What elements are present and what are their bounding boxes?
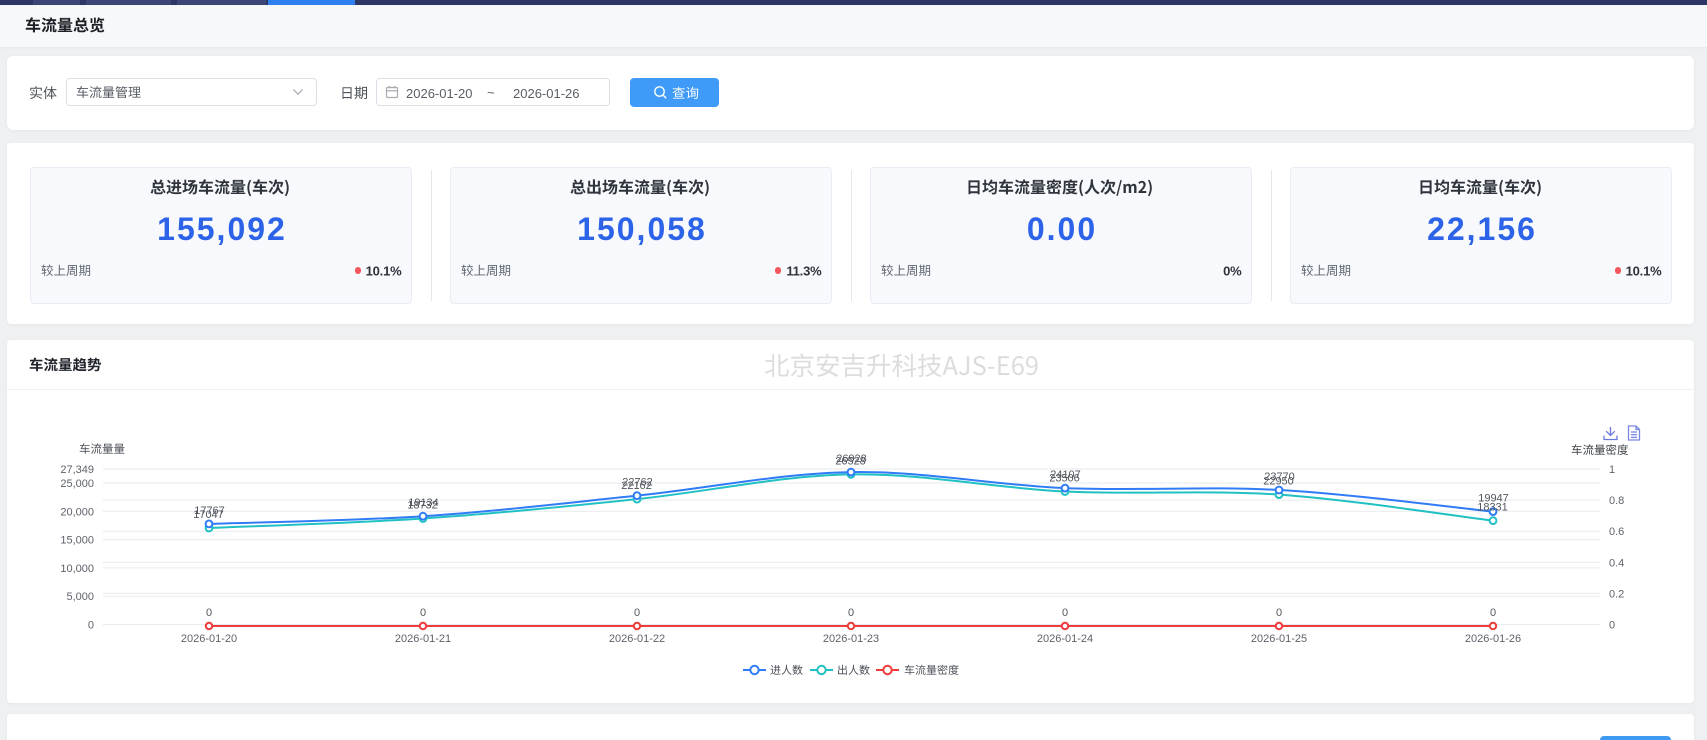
svg-text:0.2: 0.2 xyxy=(1609,588,1624,600)
svg-text:22762: 22762 xyxy=(622,477,653,489)
svg-text:2026-01-21: 2026-01-21 xyxy=(395,633,451,645)
svg-text:24107: 24107 xyxy=(1050,469,1081,481)
svg-text:2026-01-26: 2026-01-26 xyxy=(1465,633,1521,645)
svg-text:19134: 19134 xyxy=(408,497,439,509)
svg-text:2026-01-23: 2026-01-23 xyxy=(823,633,879,645)
svg-text:0: 0 xyxy=(1062,607,1068,619)
svg-text:5,000: 5,000 xyxy=(66,591,94,603)
svg-text:0: 0 xyxy=(1609,620,1615,632)
svg-text:20,000: 20,000 xyxy=(60,506,94,518)
svg-text:27,349: 27,349 xyxy=(60,464,94,476)
svg-text:1: 1 xyxy=(1609,464,1615,476)
svg-text:0: 0 xyxy=(88,620,94,632)
svg-text:25,000: 25,000 xyxy=(60,478,94,490)
svg-text:0.8: 0.8 xyxy=(1609,495,1624,507)
svg-text:26928: 26928 xyxy=(836,453,867,465)
svg-text:0.6: 0.6 xyxy=(1609,526,1624,538)
svg-text:0: 0 xyxy=(206,607,212,619)
svg-text:2026-01-25: 2026-01-25 xyxy=(1251,633,1307,645)
svg-text:2026-01-24: 2026-01-24 xyxy=(1037,633,1093,645)
svg-text:17767: 17767 xyxy=(194,505,225,517)
svg-text:0: 0 xyxy=(1490,607,1496,619)
svg-text:0: 0 xyxy=(420,607,426,619)
svg-text:23770: 23770 xyxy=(1264,471,1295,483)
svg-text:10,000: 10,000 xyxy=(60,563,94,575)
svg-text:15,000: 15,000 xyxy=(60,535,94,547)
svg-text:0: 0 xyxy=(848,607,854,619)
svg-text:2026-01-22: 2026-01-22 xyxy=(609,633,665,645)
svg-text:19947: 19947 xyxy=(1478,493,1509,505)
svg-text:0: 0 xyxy=(1276,607,1282,619)
svg-text:2026-01-20: 2026-01-20 xyxy=(181,633,237,645)
svg-text:0: 0 xyxy=(634,607,640,619)
svg-text:0.4: 0.4 xyxy=(1609,557,1624,569)
